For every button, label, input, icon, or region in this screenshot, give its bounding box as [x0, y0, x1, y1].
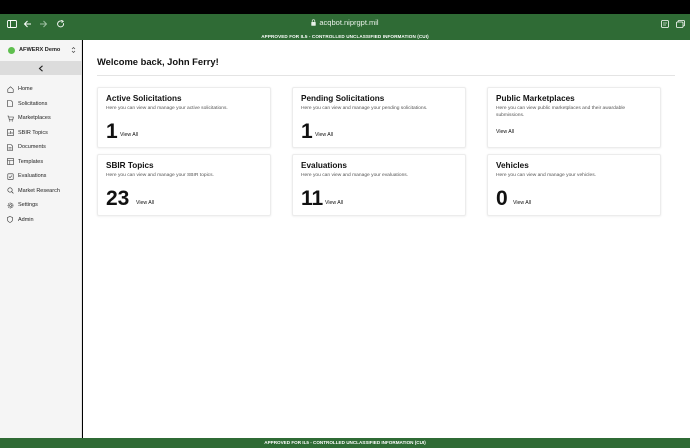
main-content: Welcome back, John Ferry! Active Solicit…	[83, 40, 690, 438]
sidebar-item-market-research[interactable]: Market Research	[0, 184, 82, 199]
sidebar-item-label: Documents	[18, 144, 46, 151]
card-description: Here you can view and manage your evalua…	[301, 173, 409, 178]
file-icon	[6, 143, 14, 151]
card-public-marketplaces: Public Marketplaces Here you can view pu…	[487, 87, 661, 148]
sidebar: AFWERX Demo Home Solicitations Marketpla…	[0, 40, 82, 438]
card-title: Public Marketplaces	[496, 94, 575, 103]
sidebar-item-label: Marketplaces	[18, 115, 51, 122]
page-title: Welcome back, John Ferry!	[97, 56, 219, 67]
card-description: Here you can view and manage your pendin…	[301, 106, 428, 111]
cui-banner-bottom: APPROVED FOR IL5 - CONTROLLED UNCLASSIFI…	[0, 438, 690, 448]
chevron-updown-icon	[71, 46, 76, 55]
sidebar-item-documents[interactable]: Documents	[0, 140, 82, 155]
sidebar-item-label: Market Research	[18, 187, 60, 194]
cui-banner-top: APPROVED FOR IL5 - CONTROLLED UNCLASSIFI…	[0, 33, 690, 40]
card-title: SBIR Topics	[106, 161, 154, 170]
sidebar-item-settings[interactable]: Settings	[0, 198, 82, 213]
gear-icon	[6, 201, 14, 209]
sidebar-nav: Home Solicitations Marketplaces SBIR Top…	[0, 82, 82, 227]
address-bar[interactable]: acqbot.niprgpt.mil	[0, 18, 690, 27]
card-active-solicitations: Active Solicitations Here you can view a…	[97, 87, 271, 148]
sidebar-item-label: Templates	[18, 158, 44, 165]
card-count: 1	[301, 120, 313, 143]
top-black-strip	[0, 0, 690, 14]
org-avatar-icon	[8, 46, 15, 54]
sidebar-item-templates[interactable]: Templates	[0, 155, 82, 170]
org-name: AFWERX Demo	[19, 47, 61, 53]
card-description: Here you can view and manage your active…	[106, 106, 228, 111]
card-title: Active Solicitations	[106, 94, 182, 103]
sidebar-item-solicitations[interactable]: Solicitations	[0, 97, 82, 112]
checklist-icon	[6, 172, 14, 180]
url-text: acqbot.niprgpt.mil	[319, 18, 379, 27]
view-all-link[interactable]: View All	[513, 200, 531, 206]
browser-toolbar: acqbot.niprgpt.mil	[0, 14, 690, 33]
view-all-link[interactable]: View All	[315, 132, 333, 138]
card-count: 23	[106, 187, 130, 210]
document-icon	[6, 100, 14, 108]
sidebar-item-sbir-topics[interactable]: SBIR Topics	[0, 126, 82, 141]
card-count: 0	[496, 187, 508, 210]
card-pending-solicitations: Pending Solicitations Here you can view …	[292, 87, 466, 148]
chevron-left-icon	[38, 59, 44, 77]
card-sbir-topics: SBIR Topics Here you can view and manage…	[97, 154, 271, 216]
card-vehicles: Vehicles Here you can view and manage yo…	[487, 154, 661, 216]
search-icon	[6, 187, 14, 195]
view-all-link[interactable]: View All	[120, 132, 138, 138]
card-title: Evaluations	[301, 161, 347, 170]
sidebar-item-label: Home	[18, 86, 33, 93]
card-title: Vehicles	[496, 161, 529, 170]
shield-icon	[6, 216, 14, 224]
reader-icon[interactable]	[659, 18, 670, 29]
sidebar-item-label: SBIR Topics	[18, 129, 48, 136]
divider	[97, 75, 675, 76]
card-count: 11	[301, 187, 324, 210]
sidebar-item-label: Evaluations	[18, 173, 47, 180]
card-evaluations: Evaluations Here you can view and manage…	[292, 154, 466, 216]
card-title: Pending Solicitations	[301, 94, 385, 103]
sidebar-item-admin[interactable]: Admin	[0, 213, 82, 228]
collapse-sidebar-button[interactable]	[0, 61, 82, 75]
view-all-link[interactable]: View All	[325, 200, 343, 206]
cart-icon	[6, 114, 14, 122]
template-icon	[6, 158, 14, 166]
sidebar-item-home[interactable]: Home	[0, 82, 82, 97]
sidebar-item-evaluations[interactable]: Evaluations	[0, 169, 82, 184]
sidebar-item-label: Settings	[18, 202, 38, 209]
sidebar-item-label: Admin	[18, 216, 34, 223]
org-switcher[interactable]: AFWERX Demo	[4, 42, 80, 58]
view-all-link[interactable]: View All	[136, 200, 154, 206]
lock-icon	[311, 19, 317, 26]
card-description: Here you can view and manage your vehicl…	[496, 173, 597, 178]
home-icon	[6, 85, 14, 93]
view-all-link[interactable]: View All	[496, 129, 514, 135]
card-description: Here you can view and manage your SBIR t…	[106, 173, 214, 178]
sidebar-item-label: Solicitations	[18, 100, 48, 107]
card-count: 1	[106, 120, 118, 143]
sidebar-item-marketplaces[interactable]: Marketplaces	[0, 111, 82, 126]
tabs-overview-icon[interactable]	[675, 18, 686, 29]
card-description: Here you can view public marketplaces an…	[496, 106, 626, 118]
chart-icon	[6, 129, 14, 137]
